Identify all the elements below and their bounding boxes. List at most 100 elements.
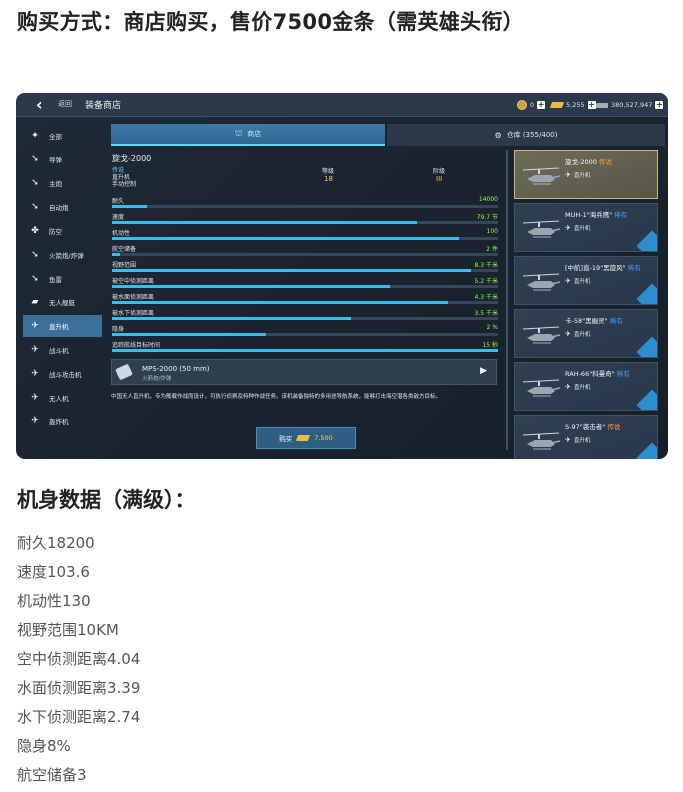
buy-label: 购买 xyxy=(279,435,293,443)
drone-boat-icon: ▰ xyxy=(31,297,39,307)
sidebar-item-fighter[interactable]: ✈ 战斗机 xyxy=(23,339,102,361)
currency-gold: 5,255 + xyxy=(549,98,596,112)
stat-fill xyxy=(112,253,120,256)
stat-value: 8.3 千米 xyxy=(474,262,498,269)
item-type: 直升机 xyxy=(112,174,131,181)
corner-stripe xyxy=(636,283,657,304)
store-icon: ⛫ xyxy=(234,129,243,138)
stat-fill xyxy=(112,221,417,224)
stat-name: 耐久 xyxy=(112,198,125,205)
headline: 购买方式：商店购买，售价7500金条（需英雄头衔） xyxy=(17,10,524,34)
torpedo-icon: ➘ xyxy=(31,274,39,284)
helicopter-icon: ✈ xyxy=(565,383,571,391)
spec-line: 机动性130 xyxy=(17,592,91,610)
helicopter-card[interactable]: 卡-58"黑幽灵" 稀有 ✈ 直升机 xyxy=(514,309,658,358)
card-type: ✈ 直升机 xyxy=(565,330,591,338)
helicopter-card[interactable]: [中航]直-19"黑旋风" 稀有 ✈ 直升机 xyxy=(514,256,658,305)
helicopter-icon: ✈ xyxy=(31,321,39,331)
medal-coin-icon xyxy=(517,100,527,110)
stat-row: 速度 79.7 节 xyxy=(112,212,498,228)
spec-line: 空中侦测距离4.04 xyxy=(17,650,141,668)
stat-fill xyxy=(112,285,390,288)
stat-name: 机动性 xyxy=(112,230,131,237)
card-type: ✈ 直升机 xyxy=(565,436,591,444)
stat-value: 2 % xyxy=(486,324,498,331)
card-type: ✈ 直升机 xyxy=(565,277,591,285)
rocket-icon: ➘ xyxy=(31,250,39,260)
autocannon-icon: ➘ xyxy=(31,202,39,212)
rocket-launcher-icon xyxy=(115,363,133,381)
stat-name: 速度 xyxy=(112,214,125,221)
card-rarity: 稀有 xyxy=(627,264,641,272)
sidebar-item-missile[interactable]: ➘ 导弹 xyxy=(23,148,102,170)
item-description: 中国无人直升机，专为舰载作战而设计，可执行侦察及特种作战任务。该机装备独特的多用… xyxy=(111,394,442,400)
add-medal-button[interactable]: + xyxy=(537,101,546,109)
back-label[interactable]: 返回 xyxy=(58,99,72,109)
card-name: 卡-58"黑幽灵" 稀有 xyxy=(565,317,623,325)
helicopter-icon: ✈ xyxy=(565,277,571,285)
corner-stripe xyxy=(636,336,657,357)
helicopter-card[interactable]: MUH-1"海兵鹰" 稀有 ✈ 直升机 xyxy=(514,203,658,252)
uav-icon: ✈ xyxy=(31,393,39,403)
back-arrow-icon[interactable]: ‹ xyxy=(36,96,50,113)
item-control: 手动控制 xyxy=(112,181,137,188)
air-defense-icon: ✤ xyxy=(31,226,39,236)
sidebar-item-all[interactable]: ✦ 全部 xyxy=(23,125,102,147)
add-gold-button[interactable]: + xyxy=(587,101,596,109)
spec-line: 速度103.6 xyxy=(17,563,90,581)
helicopter-icon: ✈ xyxy=(565,171,571,179)
sidebar-item-attack-jet[interactable]: ✈ 战斗攻击机 xyxy=(23,363,102,385)
stat-name: 被水下侦测距离 xyxy=(112,310,155,317)
stat-value: 5.2 千米 xyxy=(474,278,498,285)
tier-label: 阶级 xyxy=(433,168,446,175)
stat-value: 3.5 千米 xyxy=(474,310,498,317)
all-icon: ✦ xyxy=(31,131,39,141)
item-name: 旋戈-2000 xyxy=(112,154,152,163)
helicopter-card[interactable]: S-97"袭击者" 传说 ✈ 直升机 xyxy=(514,415,658,459)
stat-value: 14000 xyxy=(478,196,498,203)
bomber-icon: ✈ xyxy=(31,416,39,426)
card-name: S-97"袭击者" 传说 xyxy=(565,423,621,431)
chevron-right-icon[interactable]: ▶ xyxy=(480,366,487,376)
stat-row: 耐久 14000 xyxy=(112,196,498,212)
weapon-slot[interactable]: MPS-2000 (50 mm) 火箭炮/炸弹 ▶ xyxy=(111,359,497,385)
item-rarity: 传说 xyxy=(112,167,125,174)
card-rarity: 稀有 xyxy=(609,317,623,325)
corner-stripe xyxy=(636,442,657,459)
buy-button[interactable]: 购买 7,500 xyxy=(256,427,356,449)
stat-fill xyxy=(112,205,147,208)
stat-name: 追踪航线目标时间 xyxy=(112,342,161,349)
stat-row: 追踪航线目标时间 15 秒 xyxy=(112,340,498,356)
stat-fill xyxy=(112,269,471,272)
currency-cash-value: 380,527,947 xyxy=(611,101,653,109)
sidebar-item-bomber[interactable]: ✈ 轰炸机 xyxy=(23,410,102,432)
tab-storage[interactable]: ⚙ 仓库 (355/400) xyxy=(387,124,665,146)
sidebar-item-helicopter[interactable]: ✈ 直升机 xyxy=(23,315,102,337)
stat-row: 被水下侦测距离 3.5 千米 xyxy=(112,308,498,324)
tab-store[interactable]: ⛫ 商店 xyxy=(111,124,385,146)
helicopter-icon: ✈ xyxy=(565,330,571,338)
sidebar-item-main-gun[interactable]: ➘ 主炮 xyxy=(23,172,102,194)
add-cash-button[interactable]: + xyxy=(655,101,664,109)
card-rarity: 传说 xyxy=(598,158,612,166)
category-sidebar: ✦ 全部 ➘ 导弹 ➘ 主炮 ➘ 自动炮 ✤ 防空 ➘ 火箭炮/炸弹 ➘ 鱼雷 ▰ 无人舰艇 ✈… xyxy=(23,123,102,433)
tab-bar: ⛫ 商店 ⚙ 仓库 (355/400) xyxy=(111,124,665,146)
sidebar-item-rocket[interactable]: ➘ 火箭炮/炸弹 xyxy=(23,244,102,266)
tier-value: III xyxy=(436,175,443,183)
spec-line: 水下侦测距离2.74 xyxy=(17,708,141,726)
helicopter-card[interactable]: RAH-66"科曼奇" 稀有 ✈ 直升机 xyxy=(514,362,658,411)
level-value: 18 xyxy=(324,175,333,183)
sidebar-item-uav[interactable]: ✈ 无人机 xyxy=(23,387,102,409)
helicopter-card[interactable]: 旋戈-2000 传说 ✈ 直升机 xyxy=(514,150,658,199)
stat-fill xyxy=(112,333,266,336)
stat-value: 2 件 xyxy=(486,246,498,253)
card-name: RAH-66"科曼奇" 稀有 xyxy=(565,370,630,378)
sidebar-item-autocannon[interactable]: ➘ 自动炮 xyxy=(23,196,102,218)
sidebar-item-torpedo[interactable]: ➘ 鱼雷 xyxy=(23,268,102,290)
helicopter-icon: ✈ xyxy=(565,436,571,444)
stat-track xyxy=(112,205,498,208)
stat-row: 被水面侦测距离 4.3 千米 xyxy=(112,292,498,308)
sidebar-item-air-defense[interactable]: ✤ 防空 xyxy=(23,220,102,242)
stat-fill xyxy=(112,237,459,240)
sidebar-item-drone-boat[interactable]: ▰ 无人舰艇 xyxy=(23,291,102,313)
